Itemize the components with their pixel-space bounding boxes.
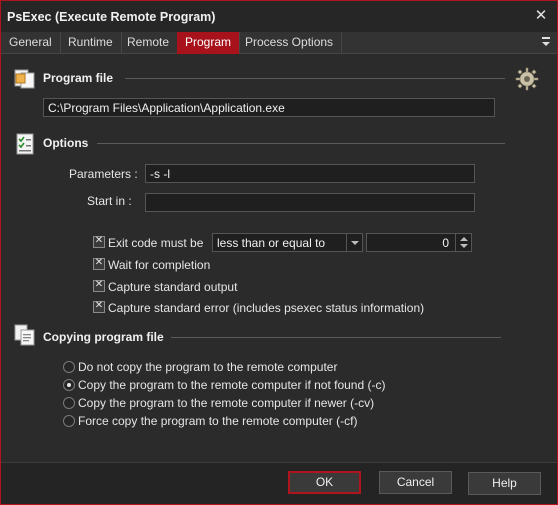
title-bar: PsExec (Execute Remote Program) ✕ [1,1,557,32]
tab-program[interactable]: Program [177,32,241,54]
gear-icon[interactable] [515,67,539,91]
exit-code-checkbox[interactable] [93,235,105,248]
window-title: PsExec (Execute Remote Program) [7,10,216,24]
checklist-icon [16,133,34,155]
start-in-label: Start in : [87,194,132,208]
exit-code-value-stepper[interactable]: 0 [366,233,472,252]
cancel-button[interactable]: Cancel [379,471,452,494]
capture-output-checkbox[interactable] [93,279,105,292]
capture-error-label: Capture standard error (includes psexec … [108,301,425,315]
spin-down-icon[interactable] [460,244,468,248]
tab-process-options[interactable]: Process Options [237,32,343,54]
copying-program-file-title: Copying program file [43,330,164,344]
section-divider [125,78,505,79]
chevron-down-icon[interactable] [346,234,362,251]
exit-code-label: Exit code must be [108,236,204,250]
parameters-label: Parameters : [69,167,138,181]
radio-copy-if-newer[interactable] [63,397,75,409]
tab-menu-icon[interactable] [541,36,551,48]
radio-copy-if-not-found-label: Copy the program to the remote computer … [78,378,386,392]
section-divider [171,337,501,338]
exit-code-operator-select[interactable]: less than or equal to [212,233,363,252]
radio-do-not-copy-label: Do not copy the program to the remote co… [78,360,338,374]
help-button[interactable]: Help [468,472,541,495]
start-in-input[interactable] [145,193,475,212]
section-divider [97,143,505,144]
spin-buttons[interactable] [455,234,471,251]
tab-runtime[interactable]: Runtime [60,32,122,54]
tab-general[interactable]: General [1,32,61,54]
options-title: Options [43,136,89,150]
wait-for-completion-checkbox[interactable] [93,257,105,270]
dialog-window: PsExec (Execute Remote Program) ✕ Genera… [0,0,558,505]
ok-button[interactable]: OK [288,471,361,494]
close-button[interactable]: ✕ [533,8,549,24]
radio-copy-if-not-found[interactable] [63,379,75,391]
radio-force-copy-label: Force copy the program to the remote com… [78,414,358,428]
radio-copy-if-newer-label: Copy the program to the remote computer … [78,396,375,410]
spin-up-icon[interactable] [460,237,468,241]
tab-remote[interactable]: Remote [119,32,179,54]
radio-do-not-copy[interactable] [63,361,75,373]
button-bar: OK Cancel Help [1,463,557,504]
folder-file-icon [14,69,35,89]
exit-code-operator-value: less than or equal to [217,236,326,250]
exit-code-value: 0 [442,236,449,250]
wait-for-completion-label: Wait for completion [108,258,211,272]
copy-files-icon [14,324,35,346]
parameters-input[interactable]: -s -l [145,164,475,183]
program-path-input[interactable]: C:\Program Files\Application\Application… [43,98,495,117]
radio-force-copy[interactable] [63,415,75,427]
tab-bar: General Runtime Remote Program Process O… [1,32,557,54]
program-file-title: Program file [43,71,114,85]
capture-output-label: Capture standard output [108,280,238,294]
capture-error-checkbox[interactable] [93,300,105,313]
